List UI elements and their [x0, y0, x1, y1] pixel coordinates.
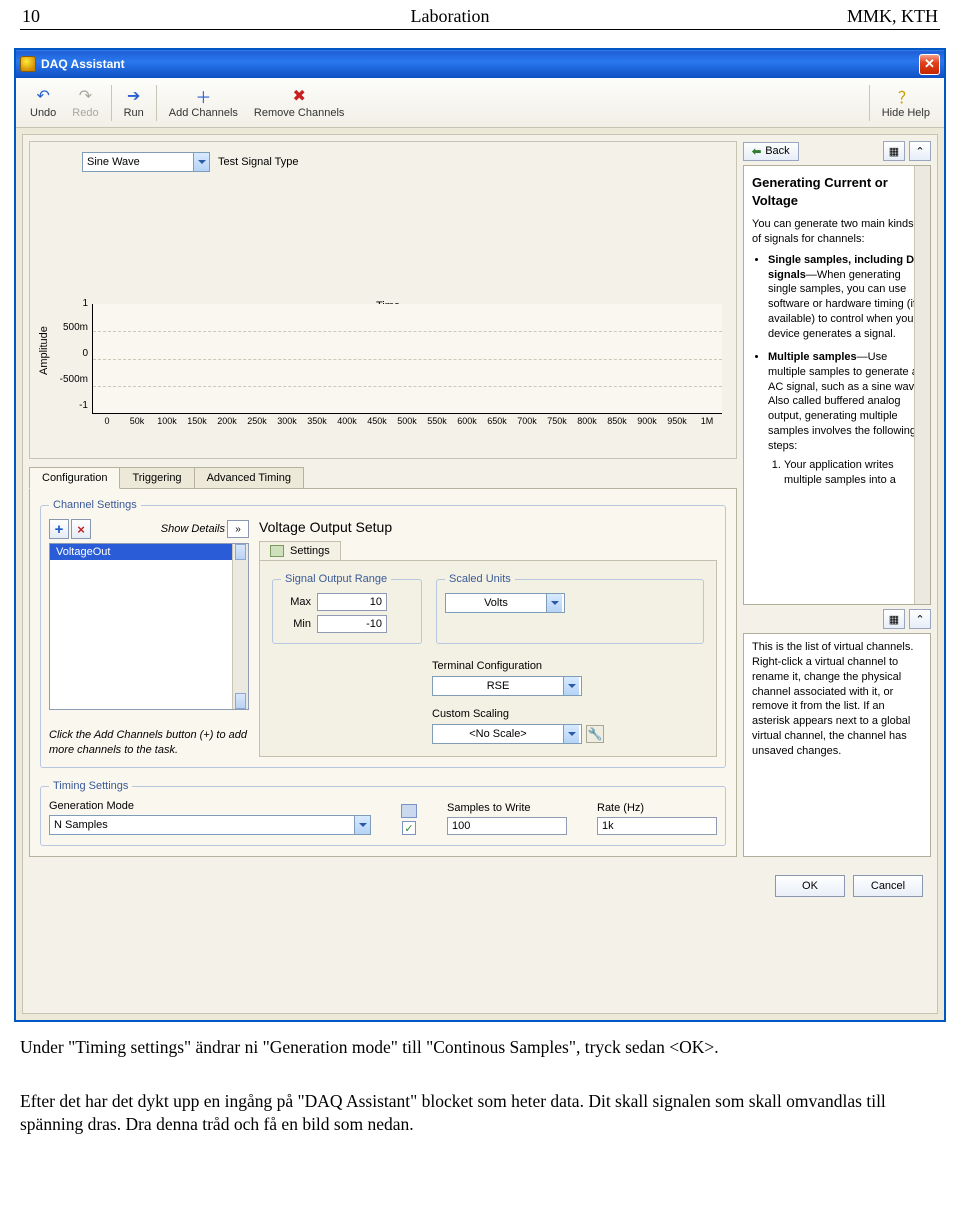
doc-paragraph-1: Under "Timing settings" ändrar ni "Gener…: [20, 1036, 940, 1060]
channel-hint: Click the Add Channels button (+) to add…: [49, 728, 249, 757]
help-collapse-button[interactable]: ⌃: [909, 141, 931, 161]
signal-type-dropdown[interactable]: [82, 152, 210, 172]
channel-settings-group: Channel Settings + × Show Details »: [40, 499, 726, 768]
chevron-down-icon: [546, 594, 562, 612]
help-hide-icon: ？: [896, 87, 916, 105]
run-button[interactable]: ➔Run: [116, 85, 152, 121]
run-icon: ➔: [124, 87, 144, 105]
channel-list[interactable]: VoltageOut: [49, 543, 249, 710]
setup-title: Voltage Output Setup: [259, 519, 717, 535]
plus-icon: ＋: [193, 87, 213, 105]
close-button[interactable]: ✕: [919, 54, 940, 75]
signal-type-label: Test Signal Type: [218, 156, 299, 168]
terminal-config-label: Terminal Configuration: [432, 660, 542, 672]
remove-channel-button[interactable]: ×: [71, 519, 91, 539]
help-lower-panel: This is the list of virtual channels. Ri…: [743, 633, 931, 857]
add-channels-button[interactable]: ＋Add Channels: [161, 85, 246, 121]
settings-subtab[interactable]: Settings: [259, 541, 341, 560]
help-tools-button[interactable]: ▦: [883, 141, 905, 161]
settings-tab-icon: [270, 545, 284, 557]
timing-checkbox[interactable]: ✓: [402, 821, 416, 835]
tab-configuration[interactable]: Configuration: [29, 467, 120, 489]
doc-right: MMK, KTH: [798, 6, 938, 27]
plot-ylabel: Amplitude: [38, 326, 50, 375]
help-lower-text: This is the list of virtual channels. Ri…: [752, 640, 924, 759]
redo-button[interactable]: ↷Redo: [64, 85, 106, 121]
channel-item-voltageout[interactable]: VoltageOut: [50, 544, 248, 560]
show-details-label: Show Details: [161, 523, 225, 535]
undo-icon: ↶: [33, 87, 53, 105]
scrollbar[interactable]: [232, 544, 248, 709]
app-icon: [20, 56, 36, 72]
window-title: DAQ Assistant: [41, 57, 125, 71]
rate-label: Rate (Hz): [597, 802, 717, 814]
remove-channels-button[interactable]: ✖Remove Channels: [246, 85, 353, 121]
arrow-left-icon: ⬅: [752, 145, 761, 158]
doc-paragraph-2: Efter det har det dykt upp en ingång på …: [20, 1090, 940, 1137]
scaled-units-group: Scaled Units: [436, 573, 704, 644]
help-content-panel: Generating Current or Voltage You can ge…: [743, 165, 931, 605]
chevron-down-icon: [563, 725, 579, 743]
rate-input[interactable]: [597, 817, 717, 835]
scrollbar[interactable]: [914, 166, 930, 604]
signal-output-range-group: Signal Output Range Max Min: [272, 573, 422, 644]
channel-settings-legend: Channel Settings: [49, 499, 141, 511]
tab-advanced-timing[interactable]: Advanced Timing: [194, 467, 304, 489]
help-collapse-button-2[interactable]: ⌃: [909, 609, 931, 629]
chevron-down-icon: [563, 677, 579, 695]
plot-xticks: 050k100k150k200k250k300k350k400k450k500k…: [92, 416, 722, 426]
terminal-config-dropdown[interactable]: [432, 676, 582, 696]
add-channel-button[interactable]: +: [49, 519, 69, 539]
header-rule: [20, 29, 940, 30]
help-intro: You can generate two main kinds of signa…: [752, 217, 924, 247]
help-tools-button-2[interactable]: ▦: [883, 609, 905, 629]
chevron-down-icon: [354, 816, 370, 834]
undo-button[interactable]: ↶Undo: [22, 85, 64, 121]
samples-input[interactable]: [447, 817, 567, 835]
help-title: Generating Current or Voltage: [752, 174, 924, 209]
x-icon: ✖: [289, 87, 309, 105]
wrench-icon[interactable]: 🔧: [586, 725, 604, 743]
min-input[interactable]: [317, 615, 387, 633]
hide-help-button[interactable]: ？Hide Help: [874, 85, 938, 121]
generation-mode-dropdown[interactable]: [49, 815, 371, 835]
chevron-down-icon: [193, 153, 209, 171]
max-input[interactable]: [317, 593, 387, 611]
help-bullet-single: Single samples, including DC signals—Whe…: [768, 253, 924, 342]
page-number: 10: [22, 6, 102, 27]
doc-header: 10 Laboration MMK, KTH: [0, 0, 960, 29]
signal-preview-card: Test Signal Type Amplitude 1 500m 0 -500…: [29, 141, 737, 459]
help-back-button[interactable]: ⬅ Back: [743, 142, 799, 161]
generation-mode-label: Generation Mode: [49, 800, 371, 812]
tab-triggering[interactable]: Triggering: [119, 467, 194, 489]
clock-icon: [401, 804, 417, 818]
config-tabs-container: Configuration Triggering Advanced Timing…: [29, 467, 737, 857]
samples-label: Samples to Write: [447, 802, 567, 814]
custom-scaling-label: Custom Scaling: [432, 708, 509, 720]
custom-scaling-dropdown[interactable]: [432, 724, 582, 744]
doc-title: Laboration: [102, 6, 798, 27]
title-bar: DAQ Assistant ✕: [16, 50, 944, 78]
timing-settings-group: Timing Settings Generation Mode: [40, 780, 726, 846]
redo-icon: ↷: [75, 87, 95, 105]
help-bullet-multiple: Multiple samples—Use multiple samples to…: [768, 350, 924, 488]
scaled-units-dropdown[interactable]: [445, 593, 565, 613]
signal-plot: Amplitude 1 500m 0 -500m -1: [48, 300, 728, 450]
ok-button[interactable]: OK: [775, 875, 845, 897]
main-toolbar: ↶Undo ↷Redo ➔Run ＋Add Channels ✖Remove C…: [16, 78, 944, 128]
daq-window: DAQ Assistant ✕ ↶Undo ↷Redo ➔Run ＋Add Ch…: [14, 48, 946, 1022]
cancel-button[interactable]: Cancel: [853, 875, 923, 897]
show-details-button[interactable]: »: [227, 520, 249, 538]
